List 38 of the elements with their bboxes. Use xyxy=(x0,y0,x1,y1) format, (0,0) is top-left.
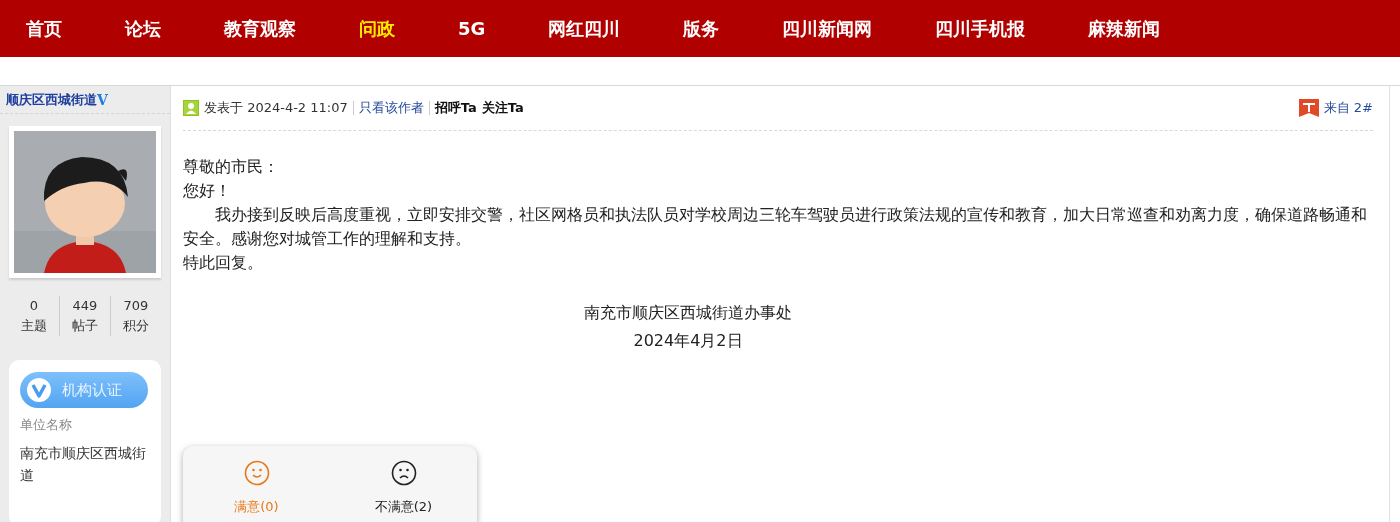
nav-link[interactable]: 麻辣新闻 xyxy=(1070,16,1179,41)
frown-icon xyxy=(390,460,417,486)
smile-icon xyxy=(243,460,270,486)
nav-link[interactable]: 四川手机报 xyxy=(917,16,1044,41)
post-text: 尊敬的市民： xyxy=(183,156,280,178)
nav-link[interactable]: 首页 xyxy=(8,16,80,41)
greet-link[interactable]: 招呼Ta xyxy=(434,99,477,117)
floor-link[interactable]: 来自 2# xyxy=(1323,99,1373,117)
flag-icon[interactable] xyxy=(1298,99,1319,117)
check-v-icon xyxy=(26,377,52,403)
stat-value[interactable]: 0 xyxy=(29,296,39,316)
stat-value[interactable]: 449 xyxy=(72,296,98,316)
verified-mark: V xyxy=(97,91,108,108)
nav-link[interactable]: 教育观察 xyxy=(206,16,314,41)
unit-name: 南充市顺庆区西城街道 xyxy=(20,444,147,485)
nav-link[interactable]: 论坛 xyxy=(107,16,179,41)
nav-link[interactable]: 问政 xyxy=(341,16,413,41)
unit-label: 单位名称 xyxy=(20,416,73,434)
nav-link[interactable]: 5G xyxy=(440,18,504,39)
post-time: 发表于 2024-4-2 11:07 xyxy=(204,99,348,117)
stat-label: 帖子 xyxy=(72,317,98,335)
nav-link[interactable]: 四川新闻网 xyxy=(764,16,891,41)
post-text: 我办接到反映后高度重视，立即安排交警，社区网格员和执法队员对学校周边三轮车驾驶员进行政策法规的宣传和教育，加大日常巡查和劝离力度，确保道路畅通和安全。感谢您对城管工作的理解和支持。 xyxy=(183,204,1368,250)
stat-label: 积分 xyxy=(123,317,149,335)
post-text: 特此回复。 xyxy=(183,252,264,274)
user-icon xyxy=(183,100,199,116)
rating-option[interactable]: 不满意(2) xyxy=(330,446,477,522)
signature-text: 南充市顺庆区西城街道办事处 xyxy=(583,302,793,324)
signature-text: 2024年4月2日 xyxy=(632,330,744,352)
stat-value[interactable]: 709 xyxy=(123,296,149,316)
nav-link[interactable]: 网红四川 xyxy=(530,16,639,41)
author-name[interactable]: 顺庆区西城街道 xyxy=(6,90,97,109)
stat-label: 主题 xyxy=(21,317,47,335)
nav-link[interactable]: 版务 xyxy=(665,16,738,41)
post-text: 您好！ xyxy=(183,180,232,202)
follow-link[interactable]: 关注Ta xyxy=(481,99,524,117)
verification-badge: 机构认证 xyxy=(20,372,148,408)
author-only-link[interactable]: 只看该作者 xyxy=(358,99,424,117)
